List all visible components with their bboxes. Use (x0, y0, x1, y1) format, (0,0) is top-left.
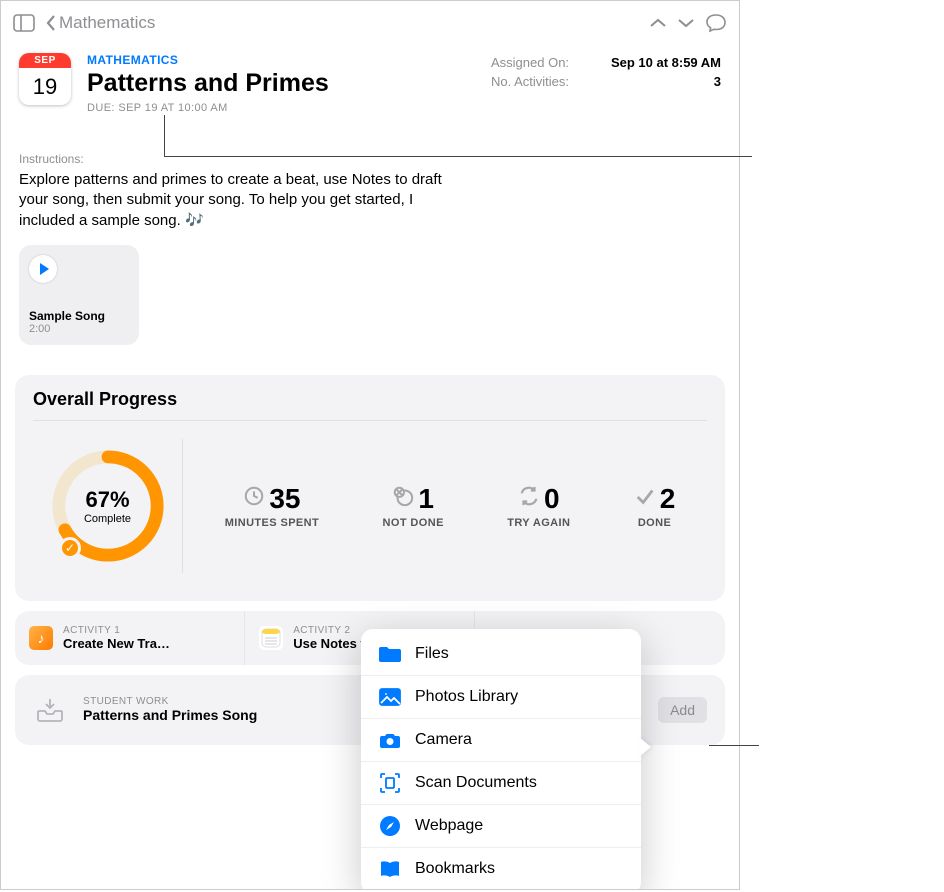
assigned-value: Sep 10 at 8:59 AM (611, 55, 721, 70)
assigned-label: Assigned On: (491, 55, 569, 70)
popover-item-camera[interactable]: Camera (361, 718, 641, 761)
not-done-icon (392, 485, 414, 512)
add-button[interactable]: Add (658, 697, 707, 723)
popover-camera-label: Camera (415, 731, 472, 749)
stat-not-done: 1 NOT DONE (383, 483, 444, 529)
add-source-popover: Files Photos Library Camera Scan Documen… (361, 629, 641, 890)
attachment-title: Sample Song (29, 309, 129, 323)
overall-progress-panel: Overall Progress 67% Complete ✓ (15, 375, 725, 601)
stat-try-again: 0 TRY AGAIN (507, 483, 570, 529)
photo-icon (379, 686, 401, 708)
stat-done: 2 DONE (634, 483, 676, 529)
instructions-text: Explore patterns and primes to create a … (1, 170, 481, 231)
progress-percent-label: Complete (84, 513, 131, 525)
calendar-icon: SEP 19 (19, 53, 71, 105)
folder-icon (379, 643, 401, 665)
popover-photos-label: Photos Library (415, 688, 518, 706)
assignment-header: SEP 19 MATHEMATICS Patterns and Primes D… (1, 45, 739, 114)
book-icon (379, 858, 401, 880)
progress-percent: 67% (84, 487, 131, 513)
popover-bookmarks-label: Bookmarks (415, 860, 495, 878)
stat-minutes: 35 MINUTES SPENT (225, 483, 319, 529)
subject-tag: MATHEMATICS (87, 53, 475, 67)
camera-icon (379, 729, 401, 751)
chevron-up-icon[interactable] (649, 17, 667, 29)
sidebar-toggle-icon[interactable] (13, 14, 35, 32)
app-window: Mathematics SEP 19 MATHEMATICS Patterns … (0, 0, 740, 890)
back-button[interactable]: Mathematics (45, 13, 155, 33)
chevron-left-icon (45, 14, 57, 32)
progress-title: Overall Progress (33, 389, 707, 421)
notes-icon (259, 626, 283, 650)
page-title: Patterns and Primes (87, 69, 475, 98)
popover-scan-label: Scan Documents (415, 774, 537, 792)
title-block: MATHEMATICS Patterns and Primes DUE: SEP… (87, 53, 475, 114)
calendar-month: SEP (19, 53, 71, 68)
activities-count-value: 3 (714, 74, 721, 89)
popover-item-photos[interactable]: Photos Library (361, 675, 641, 718)
play-icon (29, 255, 57, 283)
clock-icon (243, 485, 265, 512)
scan-icon (379, 772, 401, 794)
activity-1-label: ACTIVITY 1 (63, 625, 170, 636)
try-again-icon (518, 485, 540, 512)
checkmark-badge-icon: ✓ (59, 537, 81, 559)
activity-1-title: Create New Tra… (63, 636, 170, 651)
toolbar: Mathematics (1, 1, 739, 45)
popover-item-scan[interactable]: Scan Documents (361, 761, 641, 804)
garageband-icon: ♪ (29, 626, 53, 650)
popover-item-webpage[interactable]: Webpage (361, 804, 641, 847)
done-check-icon (634, 485, 656, 512)
back-label: Mathematics (59, 13, 155, 33)
instructions-label: Instructions: (1, 114, 739, 170)
activity-1[interactable]: ♪ ACTIVITY 1 Create New Tra… (15, 611, 245, 665)
comment-icon[interactable] (705, 13, 727, 33)
attachment-duration: 2:00 (29, 323, 129, 335)
progress-stats: 35 MINUTES SPENT 1 NOT DONE (183, 483, 707, 529)
safari-icon (379, 815, 401, 837)
progress-ring: 67% Complete ✓ (33, 439, 183, 573)
attachment-card[interactable]: Sample Song 2:00 (19, 245, 139, 345)
popover-webpage-label: Webpage (415, 817, 483, 835)
activities-count-label: No. Activities: (491, 74, 569, 89)
due-date: DUE: SEP 19 AT 10:00 AM (87, 102, 475, 114)
meta-block: Assigned On: Sep 10 at 8:59 AM No. Activ… (491, 53, 721, 114)
popover-item-files[interactable]: Files (361, 633, 641, 675)
popover-files-label: Files (415, 645, 449, 663)
calendar-day: 19 (19, 68, 71, 105)
inbox-download-icon (33, 693, 67, 727)
chevron-down-icon[interactable] (677, 17, 695, 29)
popover-item-bookmarks[interactable]: Bookmarks (361, 847, 641, 890)
